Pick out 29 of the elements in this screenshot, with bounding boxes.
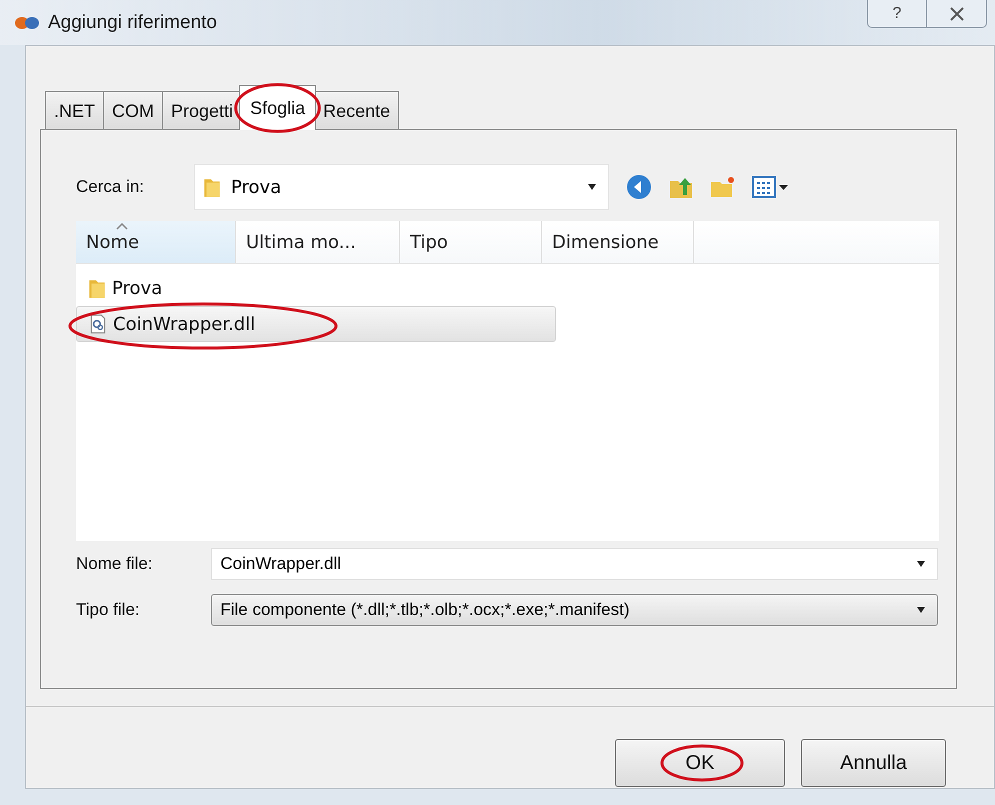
dialog-button[interactable]: OK	[615, 739, 785, 787]
field-label: Cerca in:	[76, 177, 146, 197]
field-label: Nome file:	[76, 554, 154, 574]
column-header[interactable]: Nome	[76, 221, 236, 263]
file-name-field[interactable]: CoinWrapper.dll	[211, 548, 938, 580]
column-header[interactable]: Tipo	[400, 221, 542, 263]
file-row[interactable]: Prova	[76, 272, 556, 304]
column-header[interactable]: Dimensione	[542, 221, 694, 263]
tab[interactable]: COM	[103, 91, 164, 130]
dialog-button[interactable]: Annulla	[801, 739, 946, 787]
app-logo-icon	[14, 14, 40, 30]
window-title: Aggiungi riferimento	[48, 12, 217, 34]
field-label: Tipo file:	[76, 600, 141, 620]
look-in-dropdown[interactable]: Prova	[194, 164, 609, 210]
close-button[interactable]	[927, 0, 987, 28]
file-row[interactable]: CoinWrapper.dll	[76, 306, 556, 342]
caret-icon	[586, 183, 598, 191]
close-icon	[948, 6, 964, 20]
column-header[interactable]: Ultima mo...	[236, 221, 400, 263]
document-gear-icon	[89, 313, 107, 335]
view-menu-icon[interactable]	[751, 173, 791, 201]
file-name: Prova	[112, 278, 162, 298]
help-button[interactable]: ?	[867, 0, 927, 28]
file-name: CoinWrapper.dll	[113, 314, 256, 334]
caret-icon	[915, 560, 927, 568]
tab[interactable]: .NET	[45, 91, 104, 130]
caret-icon	[915, 606, 927, 614]
file-type-dropdown[interactable]: File componente (*.dll;*.tlb;*.olb;*.ocx;*.exe;*.manifest)	[211, 594, 938, 626]
tab[interactable]: Recente	[314, 91, 400, 130]
